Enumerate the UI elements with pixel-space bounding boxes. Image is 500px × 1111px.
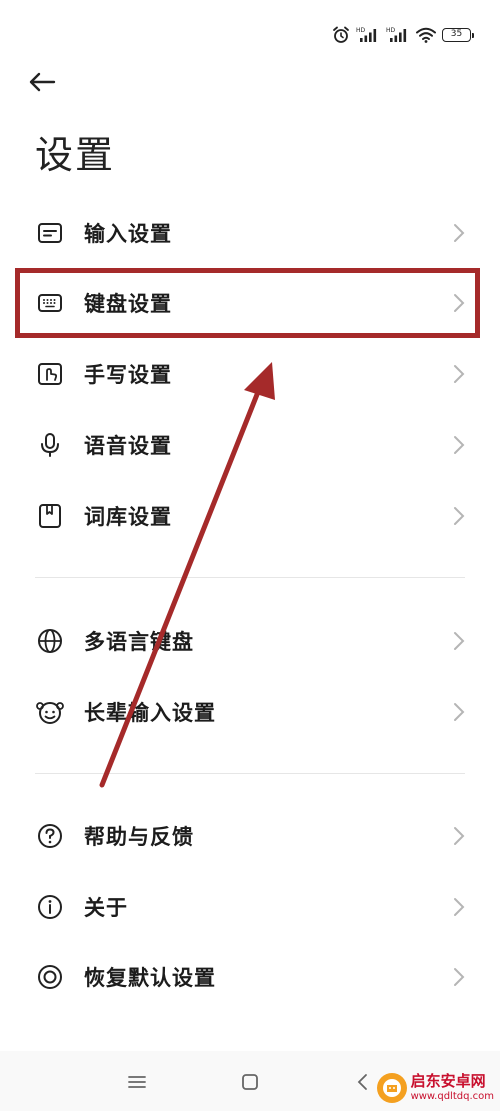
chevron-right-icon: [454, 365, 465, 383]
menu-item-restore-defaults[interactable]: 恢复默认设置: [0, 945, 500, 1009]
alarm-icon: [333, 26, 349, 43]
globe-icon: [36, 627, 64, 655]
chevron-right-icon: [454, 632, 465, 650]
menu-item-help-feedback[interactable]: 帮助与反馈: [0, 804, 500, 868]
watermark-url: www.qdltdq.com: [410, 1091, 494, 1102]
menu-icon[interactable]: [127, 1074, 147, 1090]
chevron-right-icon: [454, 968, 465, 986]
chevron-right-icon: [454, 898, 465, 916]
chevron-right-icon: [454, 703, 465, 721]
restore-icon: [36, 963, 64, 991]
input-settings-icon: [36, 219, 64, 247]
divider: [35, 773, 465, 774]
menu-item-input-settings[interactable]: 输入设置: [0, 201, 500, 265]
watermark: 启东安卓网 www.qdltdq.com: [376, 1072, 494, 1103]
menu-item-keyboard-settings[interactable]: 键盘设置: [0, 271, 500, 335]
elder-face-icon: [36, 698, 64, 726]
arrow-left-icon[interactable]: [28, 71, 56, 93]
menu-item-handwriting-settings[interactable]: 手写设置: [0, 342, 500, 406]
menu-item-label: 输入设置: [84, 222, 172, 246]
nav-menu-button[interactable]: [122, 1067, 152, 1097]
watermark-logo-icon: [376, 1073, 407, 1103]
svg-text:HD: HD: [386, 27, 396, 34]
chevron-right-icon: [454, 507, 465, 525]
menu-item-label: 关于: [84, 896, 128, 920]
hd-signal-icon: HD: [386, 27, 407, 42]
battery-indicator: 35: [442, 28, 474, 42]
nav-home-button[interactable]: [235, 1067, 265, 1097]
microphone-icon: [36, 431, 64, 459]
menu-item-label: 词库设置: [84, 505, 172, 529]
status-bar: HD HD 35: [332, 22, 474, 48]
nav-back-button[interactable]: [348, 1067, 378, 1097]
hd-signal-icon: HD: [356, 27, 377, 42]
chevron-right-icon: [454, 827, 465, 845]
menu-item-dictionary-settings[interactable]: 词库设置: [0, 484, 500, 548]
handwriting-icon: [36, 360, 64, 388]
divider: [35, 577, 465, 578]
back-icon[interactable]: [355, 1072, 371, 1092]
menu-item-label: 手写设置: [84, 363, 172, 387]
battery-level: 35: [442, 28, 471, 42]
svg-text:HD: HD: [356, 27, 366, 34]
watermark-title: 启东安卓网: [410, 1072, 486, 1090]
menu-item-label: 语音设置: [84, 434, 172, 458]
menu-item-elder-input-settings[interactable]: 长辈输入设置: [0, 680, 500, 744]
page-title: 设置: [35, 133, 116, 177]
menu-item-voice-settings[interactable]: 语音设置: [0, 413, 500, 477]
keyboard-icon: [36, 289, 64, 317]
chevron-right-icon: [454, 294, 465, 312]
dictionary-icon: [36, 502, 64, 530]
menu-item-label: 帮助与反馈: [84, 825, 194, 849]
menu-item-label: 多语言键盘: [84, 630, 194, 654]
home-icon[interactable]: [240, 1072, 260, 1092]
back-button[interactable]: [28, 66, 68, 98]
menu-item-label: 恢复默认设置: [84, 966, 216, 990]
wifi-icon: [416, 27, 436, 43]
info-icon: [36, 893, 64, 921]
help-icon: [36, 822, 64, 850]
menu-item-label: 键盘设置: [84, 292, 172, 316]
menu-item-about[interactable]: 关于: [0, 875, 500, 939]
chevron-right-icon: [454, 224, 465, 242]
menu-item-label: 长辈输入设置: [84, 701, 216, 725]
menu-item-multilingual-keyboard[interactable]: 多语言键盘: [0, 609, 500, 673]
chevron-right-icon: [454, 436, 465, 454]
